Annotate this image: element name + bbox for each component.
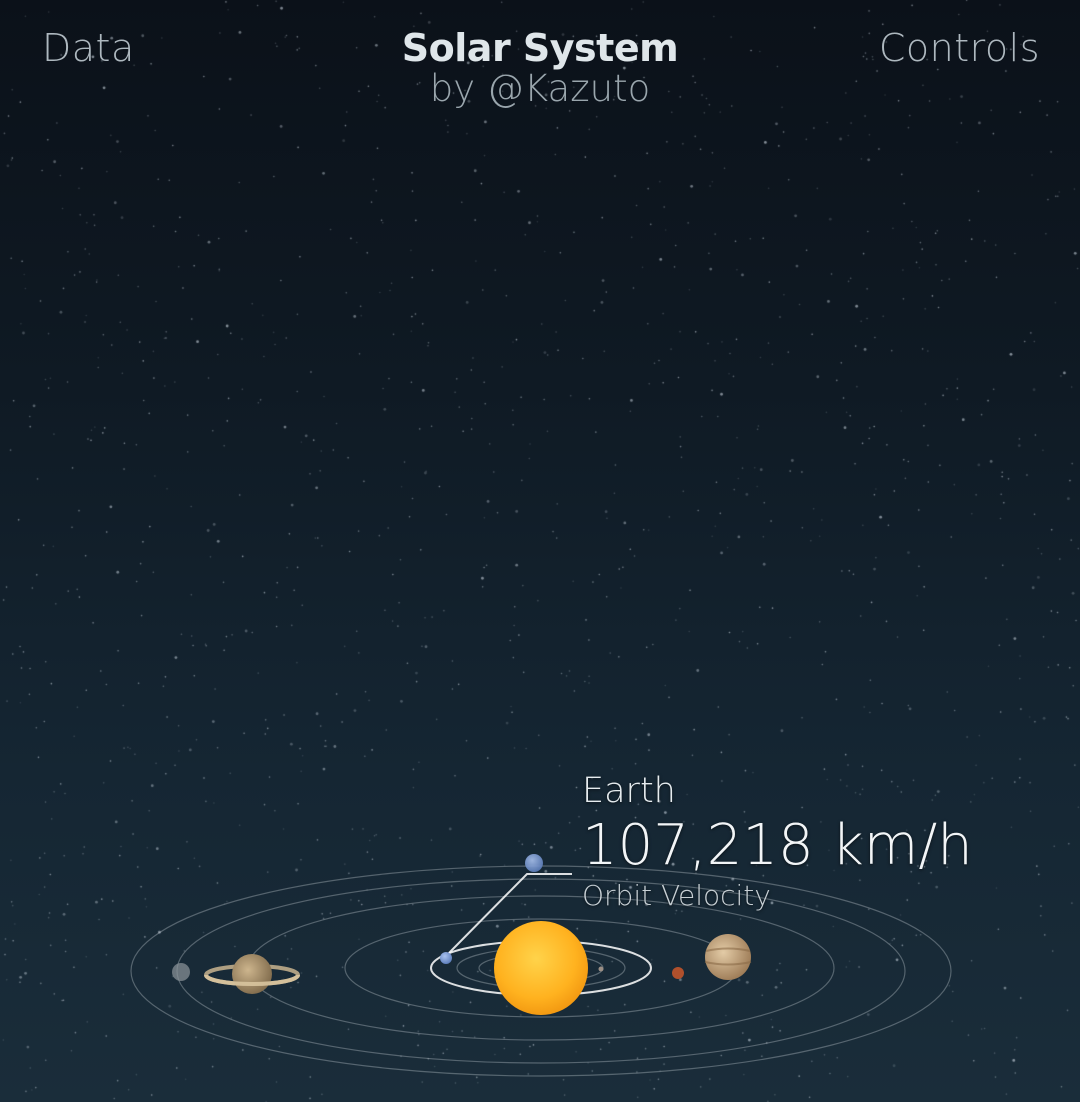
orbit-velocity-value: 107,218 km/h — [582, 813, 973, 878]
saturn-icon[interactable] — [204, 954, 300, 994]
mercury-icon[interactable] — [598, 966, 604, 972]
moon-icon[interactable] — [525, 854, 543, 872]
sun-icon[interactable] — [494, 921, 588, 1015]
planet-info-panel: Earth 107,218 km/h Orbit Velocity — [582, 770, 973, 912]
planet-name: Earth — [582, 771, 676, 811]
uranus-icon[interactable] — [172, 963, 190, 981]
mars-icon[interactable] — [672, 967, 684, 979]
orbit-velocity-label: Orbit Velocity — [582, 879, 771, 912]
earth-icon[interactable] — [440, 952, 452, 964]
solar-system-view — [130, 854, 952, 1077]
jupiter-icon[interactable] — [704, 934, 752, 980]
